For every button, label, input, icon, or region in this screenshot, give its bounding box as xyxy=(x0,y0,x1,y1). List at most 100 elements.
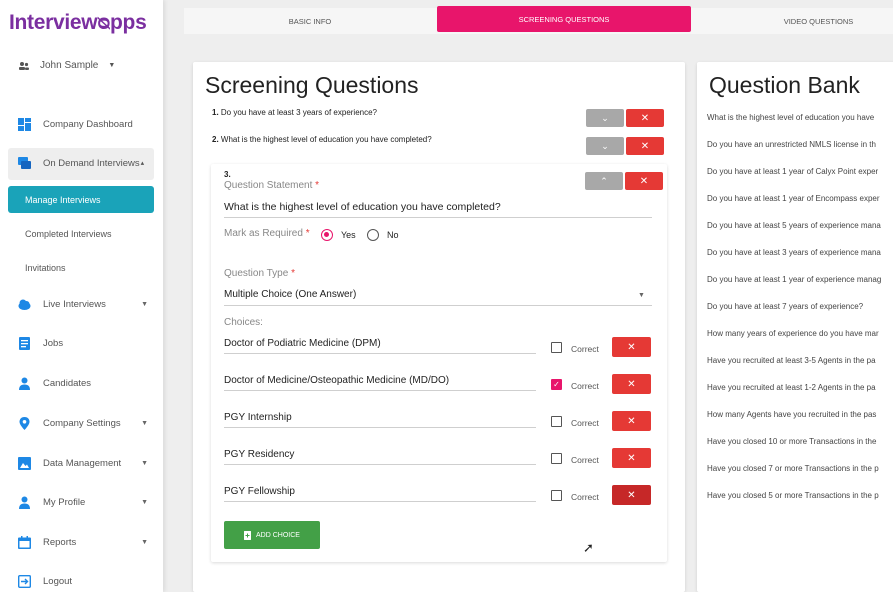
question-bank-item[interactable]: How many Agents have you recruited in th… xyxy=(707,410,876,419)
choice-input-2[interactable]: Doctor of Medicine/Osteopathic Medicine … xyxy=(224,375,449,386)
required-yes-radio[interactable] xyxy=(321,229,333,241)
tab-basic-info[interactable]: BASIC INFO xyxy=(184,8,436,34)
correct-checkbox[interactable]: ✓ xyxy=(551,379,562,390)
question-bank-title: Question Bank xyxy=(709,72,860,98)
question-bank-item[interactable]: Do you have at least 5 years of experien… xyxy=(707,221,881,230)
sidebar-item-jobs[interactable]: Jobs xyxy=(18,333,148,353)
input-underline xyxy=(224,427,536,428)
correct-checkbox[interactable] xyxy=(551,490,562,501)
expand-button[interactable]: ⌄ xyxy=(586,109,624,127)
question-1: 1. Do you have at least 3 years of exper… xyxy=(212,108,377,117)
question-bank-item[interactable]: Have you recruited at least 1-2 Agents i… xyxy=(707,383,876,392)
chevron-down-icon: ▼ xyxy=(108,62,116,69)
question-bank-item[interactable]: Have you closed 5 or more Transactions i… xyxy=(707,491,879,500)
sidebar-item-label: My Profile xyxy=(43,496,86,508)
correct-label: Correct xyxy=(571,455,599,465)
sidebar-item-data-management[interactable]: Data Management ▼ xyxy=(18,453,148,473)
question-bank-item[interactable]: How many years of experience do you have… xyxy=(707,329,879,338)
delete-button[interactable]: ✕ xyxy=(626,137,664,155)
chevron-down-icon: ▼ xyxy=(638,292,645,299)
remove-choice-button[interactable]: ✕ xyxy=(612,485,651,505)
question-bank-item[interactable]: What is the highest level of education y… xyxy=(707,113,874,122)
sidebar-item-my-profile[interactable]: My Profile ▼ xyxy=(18,492,148,512)
chevron-down-icon: ⌄ xyxy=(601,140,609,151)
add-choice-button[interactable]: ADD CHOICE xyxy=(224,521,320,549)
delete-button[interactable]: ✕ xyxy=(626,109,664,127)
sidebar-item-label: Jobs xyxy=(43,337,64,349)
correct-checkbox[interactable] xyxy=(551,453,562,464)
sidebar-item-on-demand-interviews[interactable]: On Demand Interviews ▴ xyxy=(18,153,148,173)
tab-screening-questions[interactable]: SCREENING QUESTIONS xyxy=(437,6,691,32)
chevron-down-icon: ▼ xyxy=(141,538,148,546)
question-bank-item[interactable]: Do you have at least 7 years of experien… xyxy=(707,302,863,311)
sidebar-item-company-settings[interactable]: Company Settings ▼ xyxy=(18,413,148,433)
submenu-item-invitations[interactable]: Invitations xyxy=(25,263,66,273)
chevron-down-icon: ⌄ xyxy=(601,112,609,123)
question-bank-item[interactable]: Do you have an unrestricted NMLS license… xyxy=(707,140,876,149)
sidebar-item-label: Logout xyxy=(43,575,73,587)
sidebar-item-label: Reports xyxy=(43,536,77,548)
question-bank-item[interactable]: Have you closed 7 or more Transactions i… xyxy=(707,464,879,473)
question-statement-label: Question Statement * xyxy=(224,180,319,191)
correct-checkbox[interactable] xyxy=(551,416,562,427)
remove-choice-button[interactable]: ✕ xyxy=(612,374,651,394)
question-number: 2. xyxy=(212,135,219,144)
question-statement-input[interactable]: What is the highest level of education y… xyxy=(224,201,501,213)
logo[interactable]: Interviewᴓpps xyxy=(9,11,147,35)
close-icon: ✕ xyxy=(639,175,649,187)
question-bank-item[interactable]: Do you have at least 3 years of experien… xyxy=(707,248,881,257)
sidebar-item-live-interviews[interactable]: Live Interviews ▼ xyxy=(18,294,148,314)
expand-button[interactable]: ⌄ xyxy=(586,137,624,155)
remove-choice-button[interactable]: ✕ xyxy=(612,448,651,468)
sidebar-item-label: Candidates xyxy=(43,377,92,389)
sidebar-item-label: Company Settings xyxy=(43,417,121,429)
close-icon: ✕ xyxy=(640,140,650,152)
remove-choice-button[interactable]: ✕ xyxy=(612,411,651,431)
choice-input-5[interactable]: PGY Fellowship xyxy=(224,486,295,497)
sidebar-item-logout[interactable]: Logout xyxy=(18,571,148,591)
sidebar-item-label: Live Interviews xyxy=(43,298,106,310)
choice-input-4[interactable]: PGY Residency xyxy=(224,449,294,460)
correct-label: Correct xyxy=(571,418,599,428)
person-icon xyxy=(19,496,30,509)
correct-label: Correct xyxy=(571,381,599,391)
question-number: 3. xyxy=(224,170,231,179)
submenu-item-manage-interviews[interactable]: Manage Interviews xyxy=(8,186,154,213)
chevron-down-icon: ▼ xyxy=(141,459,148,467)
location-icon xyxy=(19,416,30,430)
mouse-cursor-icon: ➚ xyxy=(583,540,594,555)
user-menu[interactable]: John Sample ▼ xyxy=(18,60,115,71)
label-text: Question Statement xyxy=(224,180,313,191)
sidebar: Interviewᴓpps John Sample ▼ Company Dash… xyxy=(0,0,163,592)
collapse-button[interactable]: ⌃ xyxy=(585,172,623,190)
submenu-item-completed-interviews[interactable]: Completed Interviews xyxy=(25,229,112,239)
tab-video-questions[interactable]: VIDEO QUESTIONS xyxy=(692,8,893,34)
sidebar-item-company-dashboard[interactable]: Company Dashboard xyxy=(18,114,148,134)
input-underline xyxy=(224,464,536,465)
input-underline xyxy=(224,353,536,354)
question-type-select[interactable]: Multiple Choice (One Answer) xyxy=(224,289,356,300)
mark-required-label: Mark as Required * xyxy=(224,228,310,239)
logout-icon xyxy=(18,574,31,588)
choice-input-3[interactable]: PGY Internship xyxy=(224,412,292,423)
question-bank-card: Question Bank What is the highest level … xyxy=(697,62,893,592)
delete-button[interactable]: ✕ xyxy=(625,172,663,190)
question-bank-item[interactable]: Do you have at least 1 year of Calyx Poi… xyxy=(707,167,878,176)
document-plus-icon xyxy=(244,530,252,540)
required-mark: * xyxy=(291,268,295,279)
question-bank-item[interactable]: Have you recruited at least 3-5 Agents i… xyxy=(707,356,876,365)
page-title: Screening Questions xyxy=(205,72,419,98)
choice-input-1[interactable]: Doctor of Podiatric Medicine (DPM) xyxy=(224,338,381,349)
correct-checkbox[interactable] xyxy=(551,342,562,353)
question-bank-item[interactable]: Have you closed 10 or more Transactions … xyxy=(707,437,876,446)
question-editor: 3. ⌃ ✕ Question Statement * What is the … xyxy=(211,164,667,562)
image-icon xyxy=(18,456,31,470)
required-no-radio[interactable] xyxy=(367,229,379,241)
question-number: 1. xyxy=(212,108,219,117)
question-text: Do you have at least 3 years of experien… xyxy=(220,108,377,117)
sidebar-item-reports[interactable]: Reports ▼ xyxy=(18,532,148,552)
question-bank-item[interactable]: Do you have at least 1 year of experienc… xyxy=(707,275,881,284)
remove-choice-button[interactable]: ✕ xyxy=(612,337,651,357)
question-bank-item[interactable]: Do you have at least 1 year of Encompass… xyxy=(707,194,880,203)
sidebar-item-candidates[interactable]: Candidates xyxy=(18,373,148,393)
